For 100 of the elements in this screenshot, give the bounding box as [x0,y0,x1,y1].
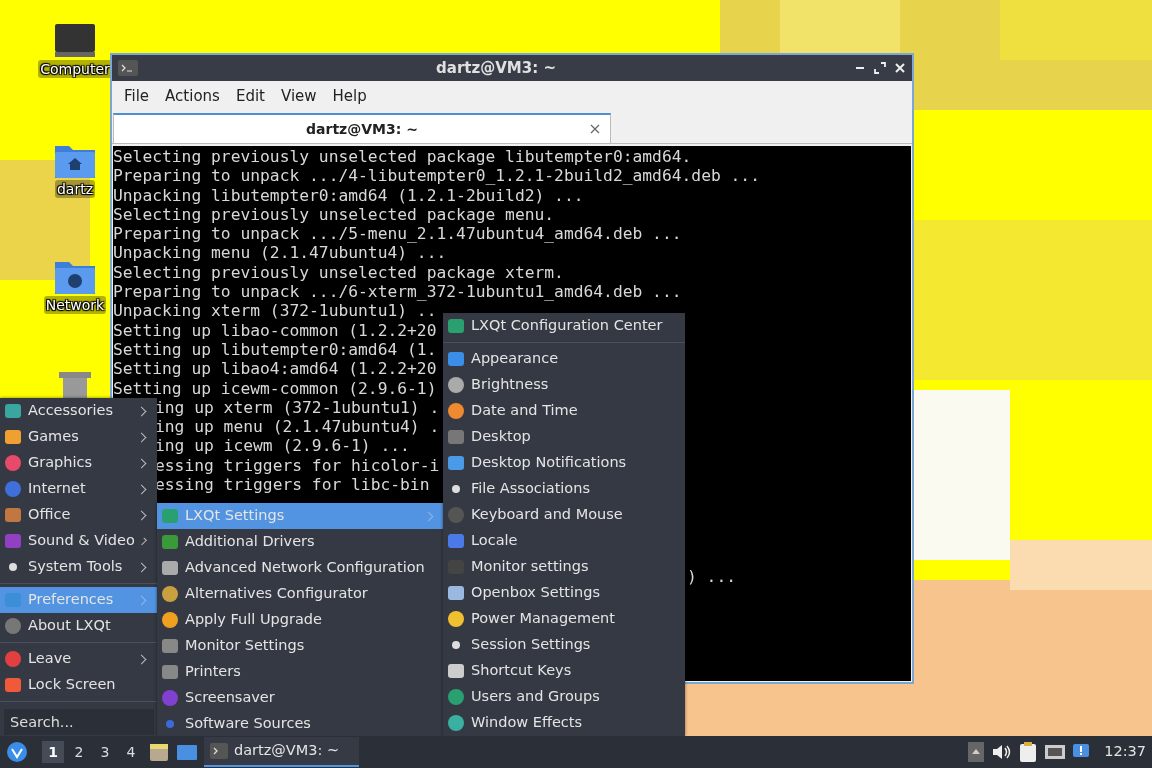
menu-item[interactable]: Session Settings [443,632,685,658]
menu-item[interactable]: Edit [227,82,273,110]
menu-item[interactable]: Advanced Network Configuration [157,555,444,581]
app-icon [161,585,179,603]
maximize-icon[interactable] [874,62,886,74]
menu-item[interactable]: Monitor Settings [157,633,444,659]
file-cabinet-icon[interactable] [148,741,170,763]
menu-item[interactable]: Keyboard and Mouse [443,502,685,528]
app-icon [447,428,465,446]
app-icon [161,507,179,525]
terminal-icon [210,743,228,759]
menu-item[interactable]: Users and Groups [443,684,685,710]
terminal-line: ) ... [687,567,736,587]
menu-item[interactable]: Appearance [443,346,685,372]
app-icon [4,676,22,694]
start-menu-icon[interactable] [6,741,28,763]
search-field[interactable]: Search... [4,709,154,735]
menu-item[interactable]: File Associations [443,476,685,502]
app-icon [4,617,22,635]
menu-item[interactable]: Office [0,502,157,528]
terminal-line: Selecting previously unselected package xterm. [113,262,564,283]
window-title: dartz@VM3: ~ [435,57,557,79]
menu-item[interactable]: Monitor settings [443,554,685,580]
menu-item[interactable]: Sound & Video [0,528,157,554]
terminal-line: Unpacking xterm (372-1ubuntu1) .. [113,301,437,321]
terminal-line: Setting up libao-common (1.2.2+20 [113,320,437,340]
menu-item[interactable]: Screensaver [157,685,444,711]
terminal-line: Selecting previously unselected package menu. [113,204,555,225]
terminal-line: Unpacking menu (2.1.47ubuntu4) ... [113,243,447,263]
app-icon [447,350,465,368]
desktop-switch-button[interactable]: 3 [94,741,116,763]
terminal-line: Unpacking libutempter0:amd64 (1.2.1-2build2) ... [113,185,584,205]
app-icon [447,402,465,420]
menu-item[interactable]: Internet [0,476,157,502]
terminal-tab[interactable]: dartz@VM3: ~ [113,113,611,143]
close-icon[interactable] [590,124,600,134]
menu-item[interactable]: About LXQt [0,613,157,639]
menu-item[interactable]: LXQt Configuration Center [443,313,685,339]
menu-item[interactable]: Date and Time [443,398,685,424]
menu-item[interactable]: Games [0,424,157,450]
menu-item[interactable]: Printers [157,659,444,685]
speaker-icon[interactable] [990,742,1013,762]
app-icon [447,532,465,550]
menu-item[interactable]: Power Management [443,606,685,632]
taskbar-task[interactable]: dartz@VM3: ~ [204,737,359,767]
terminal-line: ing up menu (2.1.47ubuntu4) . [155,417,440,437]
menu-item[interactable]: Apply Full Upgrade [157,607,444,633]
clock[interactable]: 12:37 [1104,741,1146,763]
app-icon [447,317,465,335]
app-icon [4,650,22,668]
menu-item[interactable]: Actions [157,82,228,110]
menu-item[interactable]: Accessories [0,398,157,424]
desktop-switch-button[interactable]: 4 [120,741,142,763]
terminal-line: Preparing to unpack .../5-menu_2.1.47ubuntu4_amd64.deb ... [113,224,682,244]
app-icon [4,532,22,550]
menu-item[interactable]: Shortcut Keys [443,658,685,684]
terminal-line: essing triggers for libc-bin [155,475,430,495]
menu-item[interactable]: Locale [443,528,685,554]
menu-item[interactable]: Lock Screen [0,672,157,698]
app-icon [161,689,179,707]
terminal-line: ing up xterm (372-1ubuntu1) . [155,397,440,418]
terminal-line: Setting up libutempter0:amd64 (1. [113,339,437,360]
app-icon [447,584,465,602]
terminal-line: Preparing to unpack .../4-libutempter0_1.2.1-2build2_amd64.deb ... [113,166,760,186]
desktop-switch-button[interactable]: 1 [42,741,64,763]
terminal-line: ing up icewm (2.9.6-1) ... [155,436,410,456]
menu-item[interactable]: Openbox Settings [443,580,685,606]
menu-item[interactable]: Additional Drivers [157,529,444,555]
menu-item[interactable]: Window Effects [443,710,685,736]
app-icon [4,454,22,472]
menu-item[interactable]: Desktop Notifications [443,450,685,476]
menu-item[interactable]: Help [324,82,375,110]
app-icon [4,428,22,446]
desktop-switch-button[interactable]: 2 [68,741,90,763]
terminal-line: Preparing to unpack .../6-xterm_372-1ubuntu1_amd64.deb ... [113,282,682,302]
terminal-line: Setting up icewm-common (2.9.6-1) [113,378,437,398]
monitor-icon [53,22,97,60]
menu-item[interactable]: System Tools [0,554,157,580]
menu-item[interactable]: Software Sources [157,711,444,736]
menu-item[interactable]: Brightness [443,372,685,398]
menu-item[interactable]: Graphics [0,450,157,476]
menu-item[interactable]: Leave [0,646,157,672]
clipboard-icon[interactable] [1018,741,1039,763]
app-icon [447,376,465,394]
app-icon [4,506,22,524]
app-icon [447,610,465,628]
app-icon [4,591,22,609]
terminal-line: Selecting previously unselected package libutempter0:amd64. [113,147,692,167]
terminal-line: Setting up libao4:amd64 (1.2.2+20 [113,359,437,379]
terminal-icon [118,60,138,76]
app-icon [4,402,22,420]
menu-item[interactable]: Alternatives Configurator [157,581,444,607]
menu-item[interactable]: File [116,82,158,110]
app-icon [161,559,179,577]
menu-item[interactable]: View [272,82,325,110]
menu-item[interactable]: Desktop [443,424,685,450]
app-icon [447,714,465,732]
app-icon [4,480,22,498]
app-icon [161,533,179,551]
app-icon [161,637,179,655]
